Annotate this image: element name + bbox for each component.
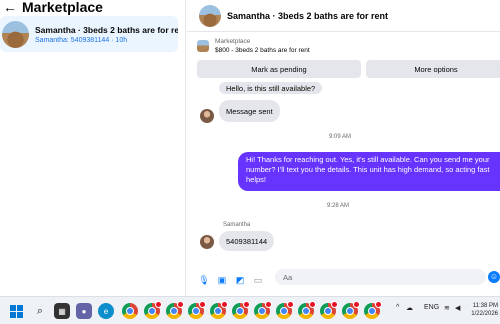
chat-header: Samantha · 3beds 2 baths are for rent [187,0,500,32]
sender-avatar[interactable] [200,235,214,249]
task-view-icon[interactable]: ▦ [54,303,70,319]
chrome-profile-icon[interactable] [342,301,360,319]
listing-thumbnail[interactable] [197,40,209,52]
chrome-profile-icon[interactable] [188,301,206,319]
chat-avatar[interactable] [199,4,221,27]
listing-avatar [2,20,29,48]
chrome-profile-icon[interactable] [298,301,316,319]
gif-icon[interactable]: ▭ [249,275,267,286]
chrome-icon[interactable] [122,303,138,319]
language-indicator[interactable]: ENG [424,304,439,311]
windows-taskbar: ⌕ ▦ ● e ^ ☁ ENG ≋ ◀ 11:38 PM 1/22/2026 [0,296,500,324]
tray-chevron-icon[interactable]: ^ [396,304,399,311]
incoming-message: Message sent [219,100,280,122]
notification-badge [221,301,228,308]
listing-card: Marketplace $800 - 3beds 2 baths are for… [187,36,500,83]
chrome-profile-icon[interactable] [210,301,228,319]
sticker-icon[interactable]: ◩ [231,275,249,286]
photo-icon[interactable]: ▣ [213,275,231,286]
chrome-profile-icon[interactable] [276,301,294,319]
back-arrow-icon[interactable]: ← [3,0,17,14]
listing-label: Marketplace [215,38,251,45]
notification-badge [375,301,382,308]
notification-badge [177,301,184,308]
notification-badge [353,301,360,308]
sender-name: Samantha [223,222,251,228]
sidebar-header: ← Marketplace [0,0,186,14]
message-thread: Hello, is this still available? Message … [187,82,500,264]
outgoing-message: Hi! Thanks for reaching out. Yes, it's s… [238,152,500,191]
incoming-message: Hello, is this still available? [219,82,323,94]
notification-badge [155,301,162,308]
notification-badge [265,301,272,308]
listing-price-title[interactable]: $800 - 3beds 2 baths are for rent [215,47,310,54]
notification-badge [287,301,294,308]
notification-badge [199,301,206,308]
chrome-profile-icon[interactable] [232,301,250,319]
clock-time: 11:38 PM [472,303,498,309]
volume-icon[interactable]: ◀ [455,304,460,312]
message-composer: 🎙 ▣ ◩ ▭ Aa ☺ [187,266,500,294]
conversation-text: Samantha · 3beds 2 baths are for re... S… [35,25,178,44]
chat-title[interactable]: Samantha · 3beds 2 baths are for rent [227,11,388,21]
clock-date: 1/22/2026 [471,311,498,317]
chrome-profile-icon[interactable] [320,301,338,319]
message-input[interactable]: Aa [275,269,486,285]
edge-browser-icon[interactable]: e [98,303,114,319]
mark-as-pending-button[interactable]: Mark as pending [197,60,361,78]
emoji-icon[interactable]: ☺ [488,271,500,283]
search-icon[interactable]: ⌕ [32,303,48,319]
message-timestamp: 9:28 AM [327,203,350,209]
system-clock[interactable]: 11:38 PM 1/22/2026 [468,302,498,318]
sender-avatar[interactable] [200,109,214,123]
conversation-item[interactable]: Samantha · 3beds 2 baths are for re... S… [0,16,178,52]
microphone-icon[interactable]: 🎙 [195,275,213,286]
message-timestamp: 9:09 AM [329,134,352,140]
onedrive-icon[interactable]: ☁ [406,304,413,312]
chat-panel: Samantha · 3beds 2 baths are for rent Ma… [187,0,500,296]
notification-badge [331,301,338,308]
notification-badge [309,301,316,308]
incoming-message: 5409381144 [219,231,275,251]
wifi-icon[interactable]: ≋ [444,304,450,312]
conversation-preview: Samantha: 5409381144 · 10h [35,36,128,44]
start-button[interactable] [8,303,24,319]
chrome-profile-icon[interactable] [144,301,162,319]
chrome-profile-icon[interactable] [166,301,184,319]
sidebar-title: Marketplace [22,0,103,15]
conversation-sidebar: ← Marketplace Samantha · 3beds 2 baths a… [0,0,186,296]
chrome-profile-icon[interactable] [254,301,272,319]
conversation-name: Samantha · 3beds 2 baths are for re... [35,24,178,35]
chat-app-icon[interactable]: ● [76,303,92,319]
windows-logo-icon [9,304,23,318]
chrome-profile-icon[interactable] [364,301,382,319]
notification-badge [243,301,250,308]
more-options-button[interactable]: More options [366,60,500,78]
